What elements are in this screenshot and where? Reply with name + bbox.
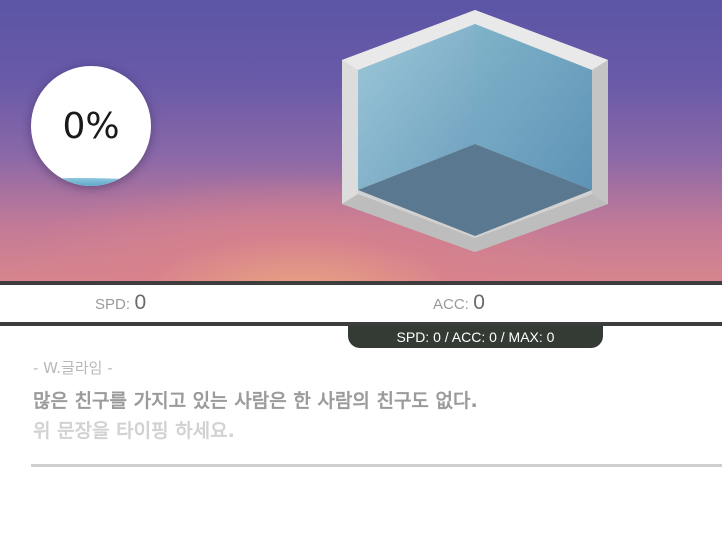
progress-wave — [31, 178, 151, 186]
accuracy-label: ACC: — [433, 296, 469, 313]
quote-author: - W.글라임 - — [33, 359, 113, 377]
stats-row: SPD: 0 ACC: 0 — [0, 285, 722, 323]
cube-room-graphic — [342, 10, 608, 252]
input-underline — [31, 464, 722, 467]
speed-value: 0 — [134, 291, 147, 314]
summary-badge: SPD: 0 / ACC: 0 / MAX: 0 — [348, 326, 603, 348]
accuracy-stat: ACC: 0 — [433, 291, 485, 315]
cube-frame-right — [592, 60, 608, 204]
progress-percent: 0% — [62, 106, 120, 147]
speed-label: SPD: — [95, 296, 131, 313]
progress-circle: 0% — [31, 66, 151, 186]
cube-frame-left — [342, 60, 358, 204]
target-sentence: 많은 친구를 가지고 있는 사람은 한 사람의 친구도 없다. — [33, 390, 478, 412]
hero-banner: 0% — [0, 0, 722, 281]
typing-input[interactable] — [31, 416, 722, 446]
accuracy-value: 0 — [473, 291, 485, 314]
speed-stat: SPD: 0 — [95, 291, 146, 315]
